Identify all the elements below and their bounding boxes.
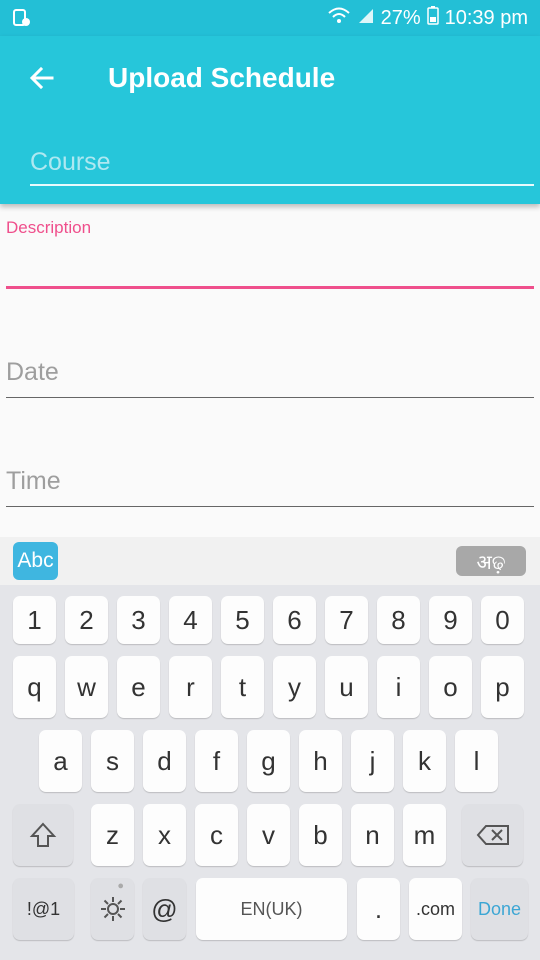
key-d[interactable]: d: [143, 730, 186, 792]
time-input[interactable]: Time: [6, 467, 534, 507]
key-h[interactable]: h: [299, 730, 342, 792]
dotcom-key[interactable]: .com: [409, 878, 462, 940]
back-button[interactable]: [24, 60, 60, 96]
wifi-icon: [327, 5, 351, 31]
page-title: Upload Schedule: [108, 62, 336, 93]
key-w[interactable]: w: [65, 656, 108, 718]
notification-icon: [12, 8, 32, 28]
date-placeholder: Date: [6, 358, 59, 386]
settings-key[interactable]: ●: [91, 878, 134, 940]
key-o[interactable]: o: [429, 656, 472, 718]
course-input[interactable]: Course: [30, 144, 534, 186]
keyboard-toolbar: Abc अଢ଼: [0, 537, 540, 585]
key-m[interactable]: m: [403, 804, 446, 866]
key-f[interactable]: f: [195, 730, 238, 792]
key-s[interactable]: s: [91, 730, 134, 792]
key-9[interactable]: 9: [429, 596, 472, 644]
key-n[interactable]: n: [351, 804, 394, 866]
key-p[interactable]: p: [481, 656, 524, 718]
key-b[interactable]: b: [299, 804, 342, 866]
key-4[interactable]: 4: [169, 596, 212, 644]
key-t[interactable]: t: [221, 656, 264, 718]
arrow-back-icon: [29, 66, 54, 90]
keyboard: 1234567890 qwertyuiop asdfghjkl zxcvbnm …: [0, 585, 540, 960]
symbols-key[interactable]: !@1: [13, 878, 74, 940]
gear-icon: [100, 897, 125, 921]
key-7[interactable]: 7: [325, 596, 368, 644]
key-v[interactable]: v: [247, 804, 290, 866]
key-0[interactable]: 0: [481, 596, 524, 644]
key-6[interactable]: 6: [273, 596, 316, 644]
battery-icon: [426, 5, 439, 31]
description-label: Description: [6, 218, 92, 237]
key-j[interactable]: j: [351, 730, 394, 792]
course-placeholder: Course: [30, 148, 111, 176]
key-a[interactable]: a: [39, 730, 82, 792]
mic-icon: ●: [117, 880, 124, 892]
key-e[interactable]: e: [117, 656, 160, 718]
date-input[interactable]: Date: [6, 358, 534, 398]
shift-key[interactable]: [13, 804, 73, 866]
key-8[interactable]: 8: [377, 596, 420, 644]
key-i[interactable]: i: [377, 656, 420, 718]
key-g[interactable]: g: [247, 730, 290, 792]
key-u[interactable]: u: [325, 656, 368, 718]
key-3[interactable]: 3: [117, 596, 160, 644]
clock: 10:39 pm: [444, 7, 528, 29]
app-bar: Upload Schedule Course: [0, 36, 540, 204]
backspace-key[interactable]: [462, 804, 523, 866]
signal-icon: [357, 5, 375, 31]
description-input[interactable]: [6, 240, 534, 286]
key-q[interactable]: q: [13, 656, 56, 718]
key-r[interactable]: r: [169, 656, 212, 718]
key-k[interactable]: k: [403, 730, 446, 792]
abc-mode-button[interactable]: Abc: [13, 542, 58, 580]
key-1[interactable]: 1: [13, 596, 56, 644]
time-placeholder: Time: [6, 467, 61, 495]
language-switch-button[interactable]: अଢ଼: [456, 546, 526, 576]
status-bar: 27% 10:39 pm: [0, 0, 540, 36]
space-key[interactable]: EN(UK): [196, 878, 347, 940]
key-y[interactable]: y: [273, 656, 316, 718]
status-indicators: 27% 10:39 pm: [327, 6, 528, 30]
done-key[interactable]: Done: [471, 878, 528, 940]
key-5[interactable]: 5: [221, 596, 264, 644]
key-l[interactable]: l: [455, 730, 498, 792]
description-underline: [6, 286, 534, 289]
period-key[interactable]: .: [357, 878, 400, 940]
backspace-icon: [476, 825, 509, 845]
key-c[interactable]: c: [195, 804, 238, 866]
shift-icon: [29, 822, 57, 847]
key-2[interactable]: 2: [65, 596, 108, 644]
key-x[interactable]: x: [143, 804, 186, 866]
key-z[interactable]: z: [91, 804, 134, 866]
battery-percent: 27%: [380, 7, 421, 29]
at-key[interactable]: @: [143, 878, 186, 940]
